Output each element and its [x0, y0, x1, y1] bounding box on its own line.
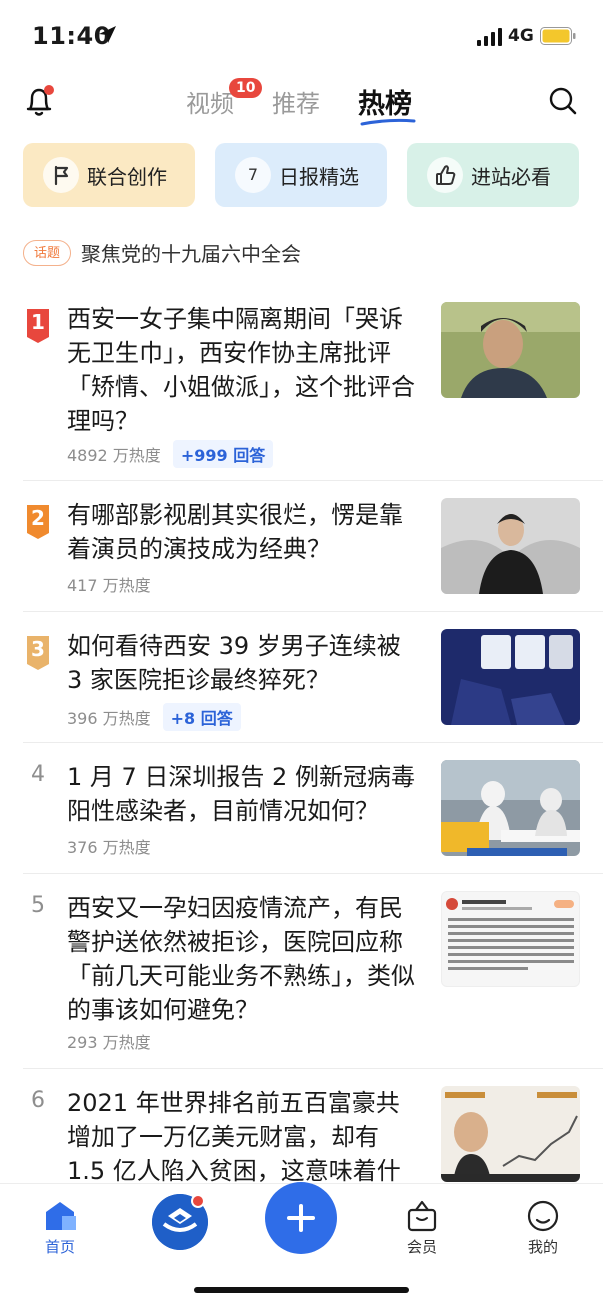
item-thumbnail — [441, 760, 580, 856]
item-title: 如何看待西安 39 岁男子连续被 3 家医院拒诊最终猝死？ — [67, 632, 401, 694]
answer-count[interactable]: +8 回答 — [162, 703, 241, 731]
search-icon[interactable] — [548, 86, 578, 116]
calendar-seven-icon: 7 — [235, 157, 271, 193]
hot-list-item[interactable]: 5 西安又一孕妇因疫情流产，有民警护送依然被拒诊，医院回应称「前几天可能业务不熟… — [0, 891, 603, 1061]
feature-chips: 联合创作 7 日报精选 进站必看 — [0, 143, 603, 207]
tab-video[interactable]: 视频 — [186, 84, 234, 119]
chip-label: 联合创作 — [87, 165, 167, 189]
item-title: 西安又一孕妇因疫情流产，有民警护送依然被拒诊，医院回应称「前几天可能业务不熟练」… — [67, 894, 415, 1024]
item-thumbnail — [441, 302, 580, 398]
chip-joint-creation[interactable]: 联合创作 — [23, 143, 195, 207]
rank-badge: 1 — [27, 309, 49, 343]
active-tab-underline — [360, 118, 416, 126]
item-meta: 396 万热度 +8 回答 — [67, 703, 241, 731]
rank-badge: 2 — [27, 505, 49, 539]
video-count-badge: 10 — [229, 78, 263, 98]
item-thumbnail — [441, 629, 580, 725]
location-arrow-icon — [99, 26, 116, 43]
avatar-notification-dot — [191, 1194, 205, 1208]
top-nav: 视频 10 推荐 热榜 — [0, 70, 603, 132]
item-meta: 376 万热度 — [67, 834, 151, 858]
topic-tag: 话题 — [23, 240, 71, 266]
item-divider — [23, 873, 603, 874]
chip-must-see[interactable]: 进站必看 — [407, 143, 579, 207]
topic-text: 聚焦党的十九届六中全会 — [81, 242, 301, 266]
item-thumbnail — [441, 498, 580, 594]
tab-hot-list[interactable]: 热榜 — [358, 82, 412, 121]
hot-list-item[interactable]: 3 如何看待西安 39 岁男子连续被 3 家医院拒诊最终猝死？ 396 万热度 +… — [0, 629, 603, 731]
notification-bell-icon[interactable] — [24, 84, 56, 118]
item-title: 有哪部影视剧其实很烂，愣是靠着演员的演技成为经典？ — [67, 501, 403, 563]
rank-number: 6 — [31, 1088, 45, 1113]
tab-label: 首页 — [44, 1238, 75, 1256]
item-divider — [23, 480, 603, 481]
rank-number: 5 — [31, 893, 45, 918]
item-divider — [23, 1068, 603, 1069]
network-type: 4G — [508, 26, 534, 46]
item-thumbnail — [441, 1086, 580, 1182]
hot-list-item[interactable]: 4 1 月 7 日深圳报告 2 例新冠病毒阳性感染者，目前情况如何？ 376 万… — [0, 760, 603, 860]
tab-label: 会员 — [406, 1238, 437, 1256]
heat-text: 4892 万热度 — [67, 446, 161, 465]
profile-smile-icon — [527, 1200, 559, 1232]
hot-list-item[interactable]: 6 2021 年世界排名前五百富豪共增加了一万亿美元财富，却有 1.5 亿人陷入… — [0, 1086, 603, 1186]
tab-recommend[interactable]: 推荐 — [272, 84, 320, 119]
chip-label: 进站必看 — [471, 165, 551, 189]
answer-count[interactable]: +999 回答 — [172, 440, 274, 468]
item-divider — [23, 611, 603, 612]
item-thumbnail — [441, 891, 580, 987]
create-button[interactable] — [265, 1182, 337, 1254]
thumbs-up-icon — [427, 157, 463, 193]
heat-text: 396 万热度 — [67, 709, 151, 728]
home-indicator — [194, 1287, 409, 1293]
flag-icon — [43, 157, 79, 193]
hot-list-item[interactable]: 1 西安一女子集中隔离期间「哭诉无卫生巾」，西安作协主席批评「矫情、小姐做派」，… — [0, 302, 603, 472]
item-title: 1 月 7 日深圳报告 2 例新冠病毒阳性感染者，目前情况如何？ — [67, 763, 415, 825]
home-icon — [46, 1202, 76, 1230]
chip-label: 日报精选 — [279, 165, 359, 189]
status-bar: 11:40 4G — [0, 0, 603, 70]
rank-number: 4 — [31, 762, 45, 787]
heat-text: 293 万热度 — [67, 1033, 151, 1052]
battery-icon — [540, 27, 576, 45]
item-meta: 417 万热度 — [67, 572, 151, 596]
rank-badge: 3 — [27, 636, 49, 670]
hot-list-item[interactable]: 2 有哪部影视剧其实很烂，愣是靠着演员的演技成为经典？ 417 万热度 — [0, 498, 603, 598]
item-meta: 293 万热度 — [67, 1029, 151, 1053]
item-divider — [23, 742, 603, 743]
heat-text: 376 万热度 — [67, 838, 151, 857]
item-title: 2021 年世界排名前五百富豪共增加了一万亿美元财富，却有 1.5 亿人陷入贫困… — [67, 1089, 401, 1182]
item-title: 西安一女子集中隔离期间「哭诉无卫生巾」，西安作协主席批评「矫情、小姐做派」，这个… — [67, 305, 415, 435]
cellular-signal-icon — [477, 28, 502, 46]
tab-label: 我的 — [527, 1238, 558, 1256]
heat-text: 417 万热度 — [67, 576, 151, 595]
bottom-tab-bar: 首页 会员 我的 — [0, 1182, 603, 1305]
vip-bag-icon — [407, 1200, 437, 1232]
chip-daily-picks[interactable]: 7 日报精选 — [215, 143, 387, 207]
plus-icon — [287, 1204, 315, 1232]
item-meta: 4892 万热度 +999 回答 — [67, 440, 274, 468]
